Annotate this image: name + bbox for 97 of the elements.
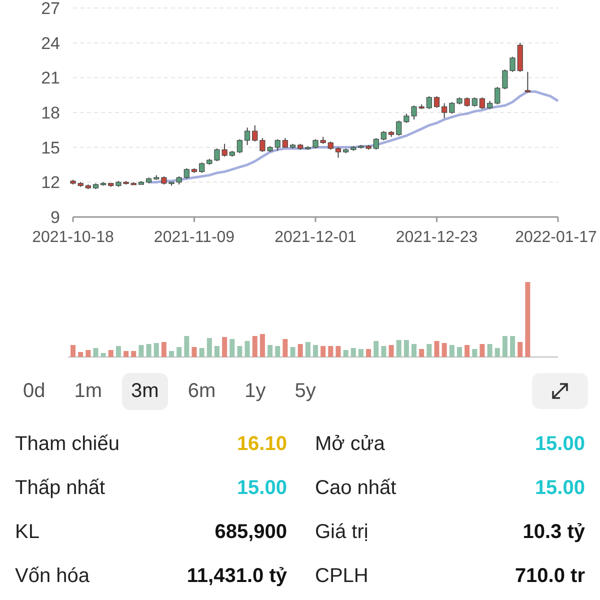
- candlestick: [168, 182, 174, 186]
- candlestick: [502, 69, 508, 90]
- candlestick: [282, 138, 288, 148]
- stat-value: 710.0 tr: [514, 564, 585, 588]
- candlestick: [320, 136, 326, 144]
- candlestick: [116, 180, 122, 188]
- y-axis-label: 18: [41, 104, 60, 122]
- candlestick: [161, 176, 167, 185]
- candlestick: [380, 130, 386, 141]
- stat-value: 10.3 tỷ: [522, 520, 585, 544]
- candlestick: [487, 100, 493, 110]
- candlestick: [373, 138, 379, 150]
- candlestick: [479, 96, 486, 110]
- range-tab[interactable]: 1y: [236, 372, 275, 410]
- candlestick: [176, 176, 182, 185]
- stat-value: 15.00: [534, 432, 585, 456]
- stat-value: 15.00: [534, 476, 585, 500]
- range-tab[interactable]: 1m: [65, 372, 112, 410]
- candlestick: [418, 104, 424, 110]
- stat-label: CPLH: [315, 564, 368, 588]
- stat-label: KL: [15, 520, 40, 544]
- stat-value: 15.00: [236, 476, 287, 500]
- candlestick: [236, 138, 243, 154]
- candlestick: [350, 146, 356, 152]
- candlestick: [214, 148, 220, 162]
- candlestick: [328, 141, 334, 150]
- candlestick: [343, 148, 349, 154]
- candlestick: [464, 96, 470, 108]
- range-tab[interactable]: 0d: [14, 372, 54, 410]
- stat-label: Vốn hóa: [15, 564, 90, 588]
- candlestick: [510, 56, 516, 72]
- stat-label: Mở cửa: [315, 432, 385, 456]
- expand-button[interactable]: [532, 373, 588, 409]
- x-axis-label: 2021-12-01: [274, 229, 356, 245]
- candlestick: [130, 182, 136, 186]
- expand-icon: [549, 380, 571, 402]
- candlestick: [335, 146, 342, 158]
- stat-label: Giá trị: [315, 520, 368, 544]
- candlestick: [442, 102, 448, 119]
- y-axis-label: 21: [41, 68, 60, 88]
- candlestick: [404, 113, 410, 124]
- candlestick: [146, 177, 152, 184]
- candlestick: [267, 146, 273, 152]
- candlestick: [92, 182, 99, 190]
- candlestick: [154, 174, 160, 180]
- candlestick: [305, 146, 311, 150]
- y-axis-label: 27: [41, 0, 60, 18]
- y-axis-label: 15: [41, 138, 60, 158]
- candlestick: [191, 168, 198, 174]
- candlestick: [456, 96, 462, 105]
- stat-value: 11,431.0 tỷ: [186, 564, 287, 588]
- candlestick: [358, 144, 364, 149]
- y-axis-label: 9: [50, 208, 60, 227]
- candlestick: [184, 168, 190, 180]
- candlestick: [222, 143, 228, 158]
- candlestick: [524, 71, 530, 94]
- candlestick: [244, 127, 250, 146]
- stat-value: 685,900: [214, 520, 287, 544]
- candlestick: [70, 179, 76, 185]
- candlestick: [517, 42, 523, 72]
- candlestick: [312, 138, 318, 149]
- range-tab[interactable]: 5y: [286, 372, 325, 410]
- candlestick: [100, 182, 106, 186]
- stat-label: Tham chiếu: [15, 432, 120, 456]
- candlestick: [85, 184, 91, 190]
- candlestick: [123, 180, 129, 185]
- candlestick: [108, 182, 114, 188]
- x-axis-label: 2021-11-09: [154, 229, 235, 245]
- candlestick: [290, 143, 296, 149]
- candlestick: [206, 158, 212, 166]
- candlestick: [252, 124, 258, 142]
- candlestick: [274, 138, 280, 152]
- candlestick: [260, 138, 266, 152]
- candlestick: [426, 96, 432, 110]
- range-tab[interactable]: 6m: [178, 372, 225, 410]
- stat-label: Cao nhất: [315, 476, 396, 500]
- y-axis-label: 24: [41, 34, 60, 53]
- x-axis-label: 2022-01-17: [515, 229, 597, 245]
- candlestick: [199, 162, 205, 174]
- candlestick: [411, 105, 417, 120]
- y-axis-label: 12: [41, 173, 60, 192]
- candlestick: [388, 130, 394, 138]
- x-axis-label: 2021-10-18: [32, 229, 114, 245]
- candlestick: [449, 102, 455, 114]
- candlestick: [494, 86, 500, 105]
- candlestick: [434, 96, 440, 108]
- candlestick: [472, 96, 478, 108]
- range-tab[interactable]: 3m: [122, 372, 168, 410]
- candlestick: [138, 180, 144, 185]
- x-axis-label: 2021-12-23: [396, 229, 478, 245]
- stat-value: 16.10: [236, 432, 287, 456]
- candlestick: [229, 150, 235, 158]
- candlestick: [78, 182, 84, 188]
- stat-label: Thấp nhất: [15, 476, 106, 500]
- candlestick: [396, 120, 402, 136]
- candlestick: [366, 144, 372, 150]
- candlestick: [298, 143, 304, 150]
